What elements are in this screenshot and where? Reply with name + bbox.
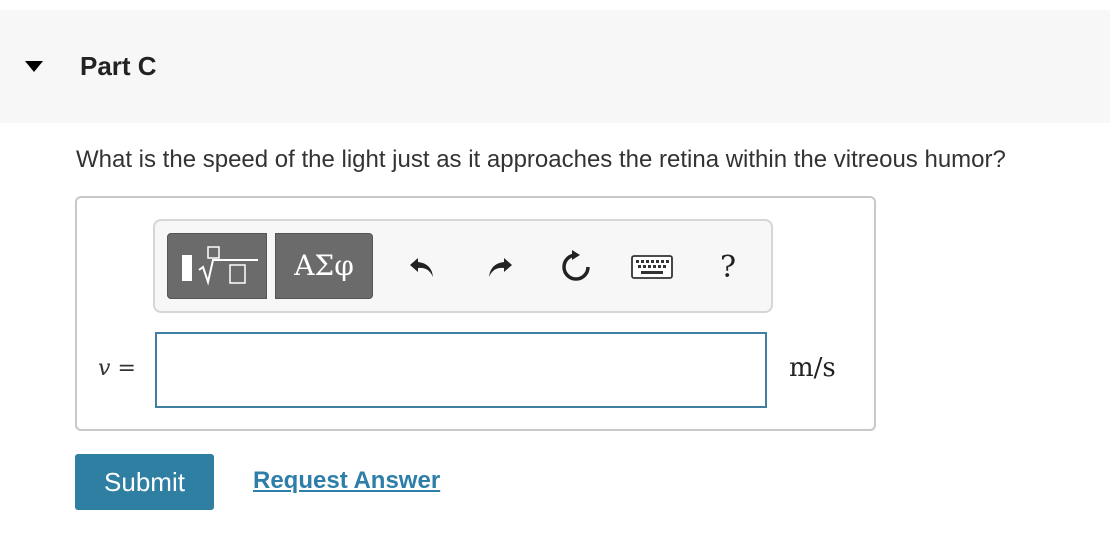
- keyboard-icon: [631, 255, 673, 279]
- redo-button[interactable]: [478, 245, 522, 289]
- page: Part C What is the speed of the light ju…: [0, 0, 1110, 554]
- answer-input[interactable]: [155, 332, 767, 408]
- question-text: What is the speed of the light just as i…: [76, 146, 1006, 173]
- variable-symbol: v: [98, 356, 111, 381]
- variable-label: v =: [98, 356, 136, 381]
- help-button[interactable]: ?: [706, 245, 750, 289]
- part-header: Part C: [0, 10, 1110, 123]
- part-title: Part C: [80, 51, 157, 81]
- collapse-triangle-icon[interactable]: [25, 61, 43, 72]
- undo-button[interactable]: [400, 245, 444, 289]
- request-answer-link[interactable]: Request Answer: [253, 467, 440, 495]
- equals-sign: =: [117, 356, 136, 381]
- math-toolbar: ΑΣφ ?: [153, 219, 773, 313]
- greek-symbols-button[interactable]: ΑΣφ: [275, 233, 373, 299]
- reset-icon: [562, 250, 590, 281]
- units-label: m/s: [789, 353, 836, 383]
- keyboard-button[interactable]: [629, 245, 675, 289]
- template-button[interactable]: [167, 233, 267, 299]
- submit-button[interactable]: Submit: [75, 454, 214, 510]
- fraction-root-template-icon: [182, 246, 258, 286]
- reset-button[interactable]: [554, 245, 598, 289]
- redo-icon: [489, 258, 512, 277]
- undo-icon: [410, 258, 433, 277]
